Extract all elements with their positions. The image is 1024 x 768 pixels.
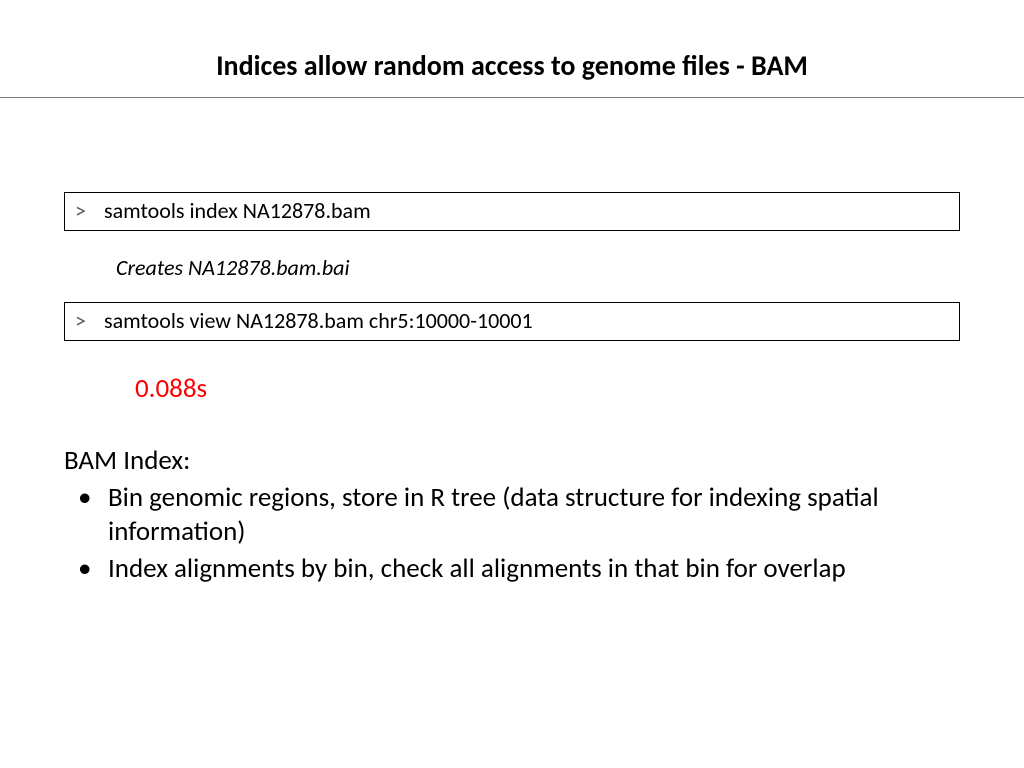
command-text-2: samtools view NA12878.bam chr5:10000-100…: [104, 307, 533, 334]
command-box-1: > samtools index NA12878.bam: [64, 192, 960, 231]
timing-result: 0.088s: [135, 372, 207, 405]
slide-title: Indices allow random access to genome fi…: [0, 48, 1024, 83]
command-text-1: samtools index NA12878.bam: [104, 197, 371, 224]
body-block: BAM Index: Bin genomic regions, store in…: [64, 444, 964, 588]
command-box-2: > samtools view NA12878.bam chr5:10000-1…: [64, 302, 960, 341]
prompt-icon: >: [75, 197, 99, 224]
title-divider: [0, 97, 1024, 98]
list-item: Bin genomic regions, store in R tree (da…: [108, 481, 964, 550]
body-heading: BAM Index:: [64, 444, 964, 479]
creates-note: Creates NA12878.bam.bai: [116, 254, 350, 281]
prompt-icon: >: [75, 307, 99, 334]
bullet-list: Bin genomic regions, store in R tree (da…: [64, 481, 964, 587]
list-item: Index alignments by bin, check all align…: [108, 552, 964, 587]
slide: Indices allow random access to genome fi…: [0, 0, 1024, 768]
